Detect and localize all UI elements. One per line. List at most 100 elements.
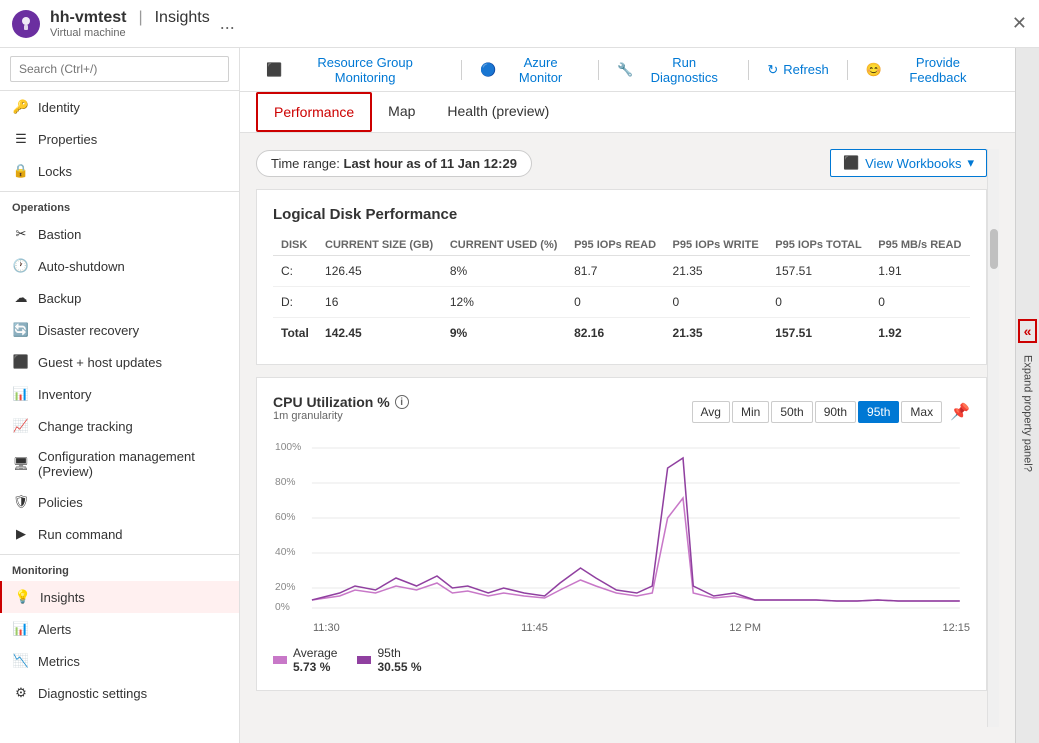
tab-performance[interactable]: Performance — [256, 92, 372, 132]
chart-btn-min[interactable]: Min — [732, 401, 769, 423]
sidebar-item-identity[interactable]: 🔑 Identity — [0, 91, 239, 123]
chevron-left-icon: « — [1018, 319, 1038, 343]
wrench-icon: 🔧 — [617, 62, 633, 78]
sidebar-item-config-management[interactable]: 🖥 Configuration management (Preview) — [0, 442, 239, 486]
diagnostic-icon: ⚙ — [12, 684, 30, 702]
resource-type: Virtual machine — [50, 27, 210, 39]
provide-feedback-button[interactable]: 😊 Provide Feedback — [856, 50, 999, 90]
vm-name: hh-vmtest — [50, 9, 126, 27]
cpu-chart-title-group: CPU Utilization % i 1m granularity — [273, 394, 409, 430]
chart-btn-95th[interactable]: 95th — [858, 401, 899, 423]
time-range-pill: Time range: Last hour as of 11 Jan 12:29 — [256, 150, 532, 177]
key-icon: 🔑 — [12, 98, 30, 116]
col-used: CURRENT USED (%) — [442, 235, 566, 256]
chart-area: 100% 80% 60% 40% 20% 0% — [273, 438, 970, 618]
metrics-icon: 📉 — [12, 652, 30, 670]
tab-map[interactable]: Map — [372, 92, 431, 132]
disk-table: DISK CURRENT SIZE (GB) CURRENT USED (%) … — [273, 235, 970, 348]
tracking-icon: 📈 — [12, 417, 30, 435]
col-disk: DISK — [273, 235, 317, 256]
azure-monitor-button[interactable]: 🔵 Azure Monitor — [470, 50, 590, 90]
run-diagnostics-button[interactable]: 🔧 Run Diagnostics — [607, 50, 740, 90]
col-size: CURRENT SIZE (GB) — [317, 235, 442, 256]
sidebar-item-guest-host-updates[interactable]: ⬛ Guest + host updates — [0, 346, 239, 378]
alerts-icon: 📊 — [12, 620, 30, 638]
expand-property-panel[interactable]: « Expand property panel? — [1015, 48, 1039, 743]
workbooks-icon: ⬛ — [843, 155, 859, 171]
disk-table-container: Logical Disk Performance DISK CURRENT SI… — [256, 189, 987, 365]
tab-health[interactable]: Health (preview) — [431, 92, 565, 132]
info-icon: i — [395, 395, 409, 409]
sidebar-item-locks[interactable]: 🔒 Locks — [0, 155, 239, 187]
time-range-bar: Time range: Last hour as of 11 Jan 12:29… — [256, 149, 987, 177]
inventory-icon: 📊 — [12, 385, 30, 403]
chart-btn-avg[interactable]: Avg — [692, 401, 730, 423]
time-range-label: Time range: — [271, 156, 340, 171]
cpu-chart-container: CPU Utilization % i 1m granularity Avg M… — [256, 377, 987, 691]
svg-text:80%: 80% — [275, 477, 295, 488]
pin-icon[interactable]: 📌 — [950, 402, 970, 422]
sidebar-item-alerts[interactable]: 📊 Alerts — [0, 613, 239, 645]
scroll-indicator — [987, 149, 999, 727]
clock-icon: 🕐 — [12, 257, 30, 275]
section-monitoring: Monitoring — [0, 554, 239, 581]
resource-group-monitoring-button[interactable]: ⬛ Resource Group Monitoring — [256, 50, 453, 90]
svg-text:60%: 60% — [275, 512, 295, 523]
dr-icon: 🔄 — [12, 321, 30, 339]
scroll-thumb[interactable] — [990, 229, 998, 269]
app-header: hh-vmtest | Insights Virtual machine ...… — [0, 0, 1039, 48]
tabs-area: Performance Map Health (preview) — [240, 92, 1015, 133]
app-icon — [12, 10, 40, 38]
toolbar: ⬛ Resource Group Monitoring 🔵 Azure Moni… — [240, 48, 1015, 92]
legend-avg-color — [273, 656, 287, 664]
chart-legend: Average 5.73 % 95th 30.55 % — [273, 638, 970, 674]
sidebar-item-insights[interactable]: 💡 Insights — [0, 581, 239, 613]
list-icon: ☰ — [12, 130, 30, 148]
col-mb-read: P95 MB/s READ — [870, 235, 970, 256]
sidebar-item-bastion[interactable]: ✂ Bastion — [0, 218, 239, 250]
cpu-chart-subtitle: 1m granularity — [273, 410, 409, 422]
time-range-value: Last hour as of 11 Jan 12:29 — [344, 156, 517, 171]
section-operations: Operations — [0, 191, 239, 218]
bastion-icon: ✂ — [12, 225, 30, 243]
col-iops-read: P95 IOPs READ — [566, 235, 664, 256]
table-row: C: 126.45 8% 81.7 21.35 157.51 1.91 — [273, 256, 970, 287]
chart-btn-90th[interactable]: 90th — [815, 401, 856, 423]
chevron-down-icon: ▾ — [967, 155, 974, 171]
run-icon: ▶ — [12, 525, 30, 543]
table-row: D: 16 12% 0 0 0 0 — [273, 287, 970, 318]
update-icon: ⬛ — [12, 353, 30, 371]
sidebar-item-inventory[interactable]: 📊 Inventory — [0, 378, 239, 410]
insights-icon: 💡 — [14, 588, 32, 606]
sidebar-item-run-command[interactable]: ▶ Run command — [0, 518, 239, 550]
sidebar-item-policies[interactable]: 🛡 Policies — [0, 486, 239, 518]
refresh-button[interactable]: ↻ Refresh — [757, 57, 838, 83]
chart-btn-50th[interactable]: 50th — [771, 401, 812, 423]
refresh-icon: ↻ — [767, 62, 778, 78]
view-workbooks-button[interactable]: ⬛ View Workbooks ▾ — [830, 149, 987, 177]
legend-95th: 95th 30.55 % — [357, 646, 421, 674]
lock-icon: 🔒 — [12, 162, 30, 180]
main-content: Time range: Last hour as of 11 Jan 12:29… — [240, 133, 1015, 743]
sidebar-item-backup[interactable]: ☁ Backup — [0, 282, 239, 314]
azure-monitor-icon: 🔵 — [480, 62, 496, 78]
sidebar-search-container — [0, 48, 239, 91]
sidebar-item-auto-shutdown[interactable]: 🕐 Auto-shutdown — [0, 250, 239, 282]
more-options-button[interactable]: ... — [220, 13, 235, 34]
policy-icon: 🛡 — [12, 493, 30, 511]
chart-btn-max[interactable]: Max — [901, 401, 942, 423]
sidebar-item-diagnostic-settings[interactable]: ⚙ Diagnostic settings — [0, 677, 239, 709]
sidebar-item-properties[interactable]: ☰ Properties — [0, 123, 239, 155]
legend-avg: Average 5.73 % — [273, 646, 337, 674]
config-icon: 🖥 — [12, 455, 30, 473]
sidebar-item-metrics[interactable]: 📉 Metrics — [0, 645, 239, 677]
close-button[interactable]: ✕ — [1012, 13, 1027, 34]
feedback-icon: 😊 — [866, 62, 882, 78]
page-title: Insights — [155, 9, 210, 27]
search-input[interactable] — [10, 56, 229, 82]
table-row-total: Total 142.45 9% 82.16 21.35 157.51 1.92 — [273, 318, 970, 349]
content-panel: Time range: Last hour as of 11 Jan 12:29… — [256, 149, 987, 727]
sidebar-item-disaster-recovery[interactable]: 🔄 Disaster recovery — [0, 314, 239, 346]
sidebar-item-change-tracking[interactable]: 📈 Change tracking — [0, 410, 239, 442]
tabs: Performance Map Health (preview) — [256, 92, 999, 132]
